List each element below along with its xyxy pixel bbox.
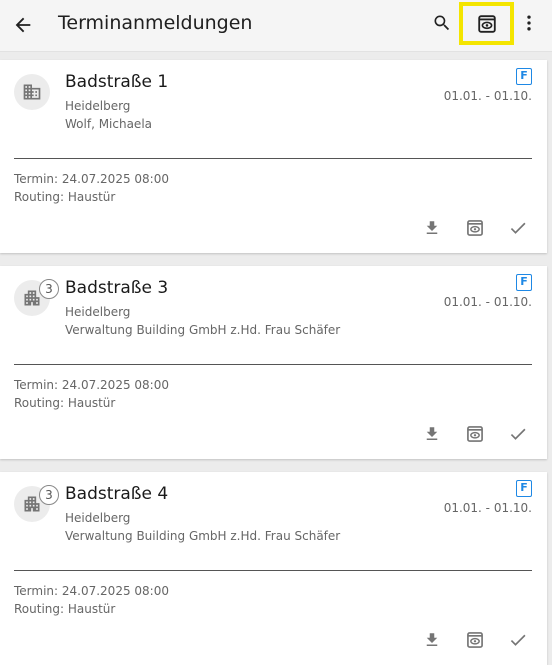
page-title: Terminanmeldungen (58, 12, 253, 34)
view-icon (467, 220, 483, 236)
appointment-card[interactable]: Badstraße 1 Heidelberg Wolf, Michaela F … (0, 60, 547, 253)
search-icon (434, 15, 450, 31)
download-icon (426, 427, 438, 440)
card-period: 01.01. - 01.10. (443, 501, 532, 515)
app-bar: Terminanmeldungen (0, 0, 552, 52)
back-button[interactable] (6, 8, 40, 42)
card-termin: Termin: 24.07.2025 08:00 (14, 172, 169, 186)
view-button[interactable] (461, 627, 489, 653)
card-owner: Wolf, Michaela (65, 117, 153, 131)
more-options-button[interactable] (516, 8, 542, 38)
download-button[interactable] (418, 627, 446, 653)
confirm-button[interactable] (504, 627, 532, 653)
card-city: Heidelberg (65, 511, 131, 525)
view-toggle-button[interactable] (459, 2, 514, 45)
card-routing: Routing: Haustür (14, 396, 116, 410)
view-button[interactable] (461, 421, 489, 447)
arrow-back-icon (15, 17, 31, 33)
card-routing: Routing: Haustür (14, 190, 116, 204)
count-badge: 3 (39, 485, 59, 505)
view-icon (467, 632, 483, 648)
count-badge: 3 (39, 279, 59, 299)
check-icon (510, 222, 526, 234)
card-period: 01.01. - 01.10. (443, 89, 532, 103)
more-vert-icon (527, 15, 531, 31)
card-owner: Verwaltung Building GmbH z.Hd. Frau Schä… (65, 323, 341, 337)
divider (14, 158, 532, 159)
card-title: Badstraße 1 (65, 72, 169, 92)
confirm-button[interactable] (504, 421, 532, 447)
confirm-button[interactable] (504, 215, 532, 241)
search-button[interactable] (427, 8, 457, 38)
card-routing: Routing: Haustür (14, 602, 116, 616)
status-badge: F (516, 274, 532, 291)
view-icon (467, 426, 483, 442)
card-owner: Verwaltung Building GmbH z.Hd. Frau Schä… (65, 529, 341, 543)
view-icon (477, 14, 496, 33)
card-title: Badstraße 4 (65, 484, 169, 504)
card-period: 01.01. - 01.10. (443, 295, 532, 309)
building-icon (23, 84, 41, 100)
avatar (14, 74, 50, 110)
status-badge: F (516, 480, 532, 497)
download-button[interactable] (418, 215, 446, 241)
divider (14, 570, 532, 571)
check-icon (510, 428, 526, 440)
download-button[interactable] (418, 421, 446, 447)
check-icon (510, 634, 526, 646)
card-city: Heidelberg (65, 305, 131, 319)
card-title: Badstraße 3 (65, 278, 169, 298)
appointment-card[interactable]: 3 Badstraße 4 Heidelberg Verwaltung Buil… (0, 472, 547, 665)
status-badge: F (516, 68, 532, 85)
appointment-card[interactable]: 3 Badstraße 3 Heidelberg Verwaltung Buil… (0, 266, 547, 459)
divider (14, 364, 532, 365)
card-termin: Termin: 24.07.2025 08:00 (14, 584, 169, 598)
card-city: Heidelberg (65, 99, 131, 113)
download-icon (426, 633, 438, 646)
download-icon (426, 221, 438, 234)
card-termin: Termin: 24.07.2025 08:00 (14, 378, 169, 392)
view-button[interactable] (461, 215, 489, 241)
